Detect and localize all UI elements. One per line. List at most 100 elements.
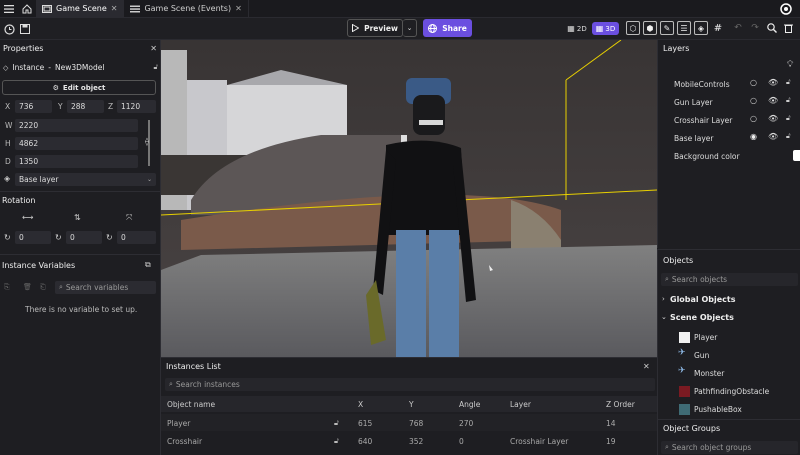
lock-icon[interactable]: 🔓︎: [786, 96, 791, 105]
eye-icon[interactable]: 👁︎: [768, 114, 778, 123]
layer-select[interactable]: Base layer ⌄: [15, 173, 156, 186]
instances-list-title: Instances List: [166, 362, 221, 371]
layer-item-mobilecontrols[interactable]: MobileControls: [674, 80, 730, 89]
link-icon[interactable]: ⟠: [145, 137, 149, 146]
close-icon[interactable]: ✕: [235, 4, 242, 13]
objects-panel-toggle[interactable]: ⬡: [626, 21, 640, 35]
boxes-icon: ⬢: [646, 23, 654, 33]
redo-icon: ↷: [751, 23, 759, 33]
tab-label: Game Scene: [56, 4, 107, 13]
object-item-gun[interactable]: Gun: [694, 351, 709, 360]
row-angle: 0: [459, 437, 464, 446]
add-variable-icon[interactable]: ⎘: [4, 283, 10, 292]
layer-item-gun-layer[interactable]: Gun Layer: [674, 98, 713, 107]
close-icon[interactable]: ✕: [150, 44, 157, 53]
row-y: 768: [409, 419, 424, 428]
column-y[interactable]: Y: [409, 400, 414, 409]
chevron-right-icon[interactable]: ›: [662, 295, 665, 303]
close-icon[interactable]: ✕: [643, 362, 650, 371]
y-value: 288: [71, 102, 86, 111]
rotation-z-input[interactable]: 0: [117, 231, 156, 244]
redo-button[interactable]: ↷: [748, 21, 762, 35]
h-input[interactable]: 4862: [15, 137, 138, 150]
mode-2d-button[interactable]: ▦ 2D: [565, 22, 589, 35]
layer-radio[interactable]: ○: [750, 114, 757, 123]
object-item-pushablebox[interactable]: PushableBox: [694, 405, 742, 414]
rotation-x-input[interactable]: 0: [15, 231, 51, 244]
background-color-swatch[interactable]: [793, 150, 800, 161]
column-object-name[interactable]: Object name: [167, 400, 215, 409]
eye-icon[interactable]: 👁︎: [768, 96, 778, 105]
lock-icon[interactable]: 🔓︎: [786, 132, 791, 141]
undo-button[interactable]: ↶: [731, 21, 745, 35]
delete-button[interactable]: [781, 21, 795, 35]
layer-radio-selected[interactable]: ◉: [750, 132, 757, 141]
scene-viewport[interactable]: [161, 40, 657, 357]
background-color-label: Background color: [674, 152, 740, 161]
rotation-y-input[interactable]: 0: [66, 231, 102, 244]
layer-item-crosshair-layer[interactable]: Crosshair Layer: [674, 116, 732, 125]
zoom-button[interactable]: [765, 21, 779, 35]
flip-y-icon[interactable]: ⇅: [74, 213, 81, 222]
column-layer[interactable]: Layer: [510, 400, 531, 409]
cube-icon: ▦: [595, 24, 604, 33]
delete-variable-icon[interactable]: 🗑︎: [23, 283, 32, 291]
grid-toggle[interactable]: #: [711, 21, 725, 35]
share-label: Share: [442, 23, 467, 33]
menu-button[interactable]: [0, 0, 18, 18]
search-object-groups-input[interactable]: ⌕ Search object groups: [661, 441, 798, 454]
preview-options-button[interactable]: ⌄: [403, 19, 417, 37]
global-objects-label[interactable]: Global Objects: [670, 295, 735, 304]
lightbulb-icon[interactable]: 💡︎: [787, 60, 793, 70]
chevron-down-icon[interactable]: ⌄: [661, 313, 667, 321]
lock-icon[interactable]: 🔓︎: [786, 114, 791, 123]
instances-list-toggle[interactable]: ☰: [677, 21, 691, 35]
layer-item-base-layer[interactable]: Base layer: [674, 134, 713, 143]
eye-icon[interactable]: 👁︎: [768, 132, 778, 141]
d-value: 1350: [19, 157, 39, 166]
home-button[interactable]: [18, 0, 36, 18]
scene-objects-label[interactable]: Scene Objects: [670, 313, 734, 322]
properties-toggle[interactable]: ✎: [660, 21, 674, 35]
w-input[interactable]: 2220: [15, 119, 138, 132]
share-button[interactable]: Share: [423, 19, 472, 37]
column-angle[interactable]: Angle: [459, 400, 480, 409]
y-input[interactable]: 288: [67, 100, 104, 113]
column-z-order[interactable]: Z Order: [606, 400, 635, 409]
object-item-player[interactable]: Player: [694, 333, 717, 342]
mode-3d-button[interactable]: ▦ 3D: [592, 22, 619, 35]
lock-icon[interactable]: 🔓︎: [334, 436, 339, 446]
edit-object-button[interactable]: ⚙ Edit object: [2, 80, 156, 95]
flip-x-icon[interactable]: ⟷: [22, 213, 33, 222]
tab-game-scene[interactable]: Game Scene ✕: [36, 0, 125, 18]
search-objects-input[interactable]: ⌕ Search objects: [661, 273, 798, 286]
tab-game-scene-events[interactable]: Game Scene (Events) ✕: [124, 0, 249, 18]
close-icon[interactable]: ✕: [111, 4, 118, 13]
lock-icon[interactable]: 🔓︎: [153, 63, 158, 72]
layer-radio[interactable]: ○: [750, 78, 757, 87]
layers-toggle[interactable]: ◈: [694, 21, 708, 35]
search-variables-placeholder: Search variables: [65, 283, 129, 292]
divider: [0, 191, 161, 192]
open-external-icon[interactable]: ⧉: [145, 260, 151, 270]
object-item-monster[interactable]: Monster: [694, 369, 724, 378]
search-variables-input[interactable]: ⌕ Search variables: [55, 281, 156, 294]
object-groups-toggle[interactable]: ⬢: [643, 21, 657, 35]
column-x[interactable]: X: [358, 400, 363, 409]
layer-radio[interactable]: ○: [750, 96, 757, 105]
z-input[interactable]: 1120: [117, 100, 156, 113]
flip-z-icon[interactable]: ⤧: [126, 213, 132, 223]
lock-icon[interactable]: 🔓︎: [786, 78, 791, 87]
preview-button[interactable]: Preview: [347, 19, 403, 37]
row-object-name: Crosshair: [167, 437, 203, 446]
d-input[interactable]: 1350: [15, 155, 138, 168]
search-instances-input[interactable]: ⌕ Search instances: [165, 378, 655, 391]
x-input[interactable]: 736: [15, 100, 52, 113]
lock-icon[interactable]: 🔓︎: [334, 418, 339, 428]
eye-icon[interactable]: 👁︎: [768, 78, 778, 87]
scene-properties-button[interactable]: [2, 22, 16, 36]
toolbar: Preview ⌄ Share ▦ 2D ▦ 3D ⬡ ⬢ ✎ ☰ ◈ # ↶ …: [0, 18, 800, 40]
save-button[interactable]: [18, 22, 32, 36]
object-item-pathfindingobstacle[interactable]: PathfindingObstacle: [694, 387, 769, 396]
paste-variable-icon[interactable]: ⎗: [40, 283, 46, 292]
